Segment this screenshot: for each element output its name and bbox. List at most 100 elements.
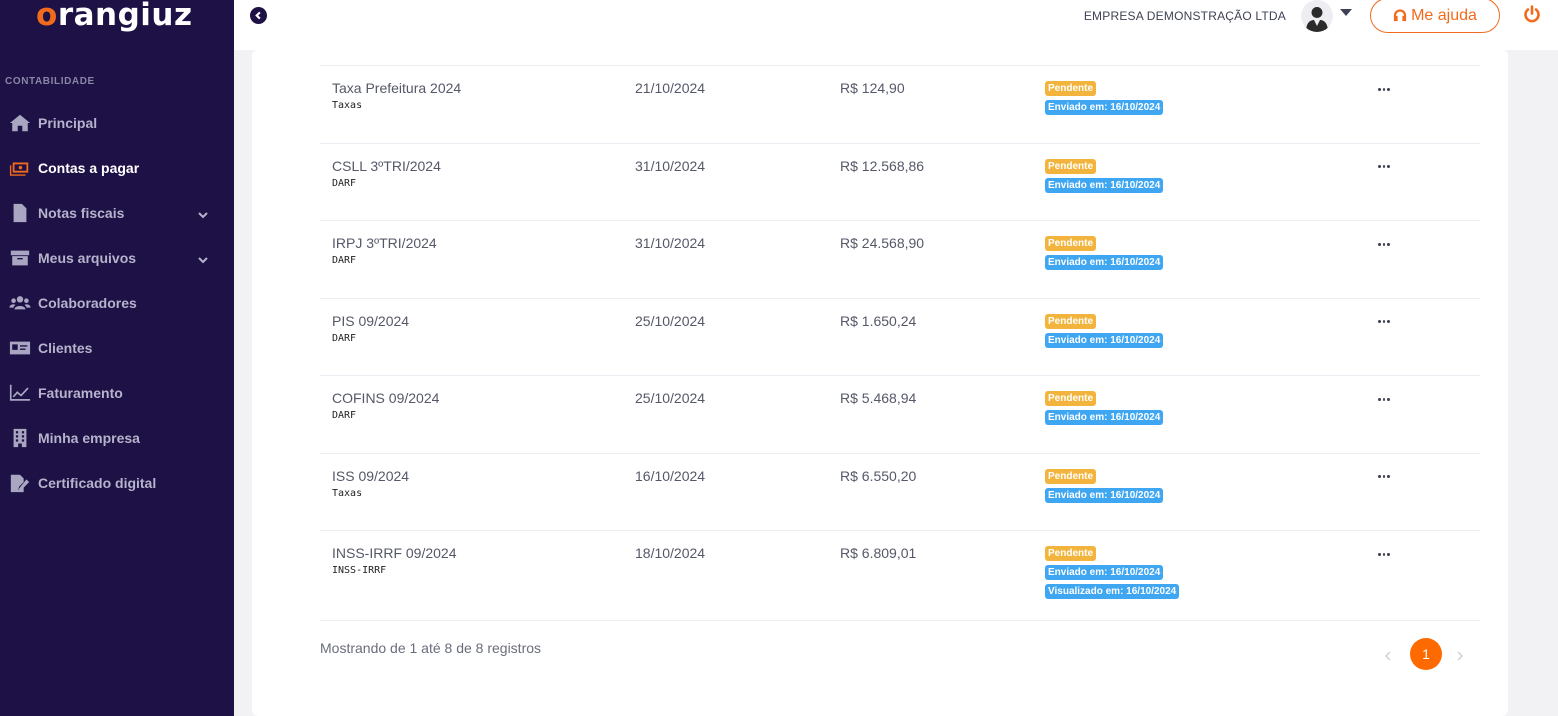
sent-badge: Enviado em: 16/10/2024 [1045, 332, 1164, 348]
due-date: 21/10/2024 [635, 80, 706, 96]
row-actions-menu-icon[interactable] [1377, 547, 1391, 561]
bill-name-cell: Taxa Prefeitura 2024 Taxas [332, 80, 461, 111]
status-cell: Pendente Enviado em: 16/10/2024 [1045, 81, 1164, 119]
status-cell: Pendente Enviado em: 16/10/2024 [1045, 158, 1164, 197]
sidebar-nav: Principal Contas a pagar Notas fiscais M… [0, 100, 234, 505]
bill-type: Taxas [332, 100, 363, 111]
status-badge: Pendente [1045, 313, 1097, 329]
status-badge: Pendente [1045, 158, 1097, 174]
row-actions-menu-icon[interactable] [1377, 237, 1391, 251]
bills-table: Taxa Prefeitura 2024 Taxas 21/10/2024 R$… [320, 65, 1480, 621]
status-cell: Pendente Enviado em: 16/10/2024 [1045, 236, 1164, 274]
bill-name-cell: COFINS 09/2024 DARF [332, 390, 439, 421]
sent-badge: Enviado em: 16/10/2024 [1045, 410, 1164, 425]
sidebar-item-label: Clientes [38, 339, 93, 356]
bill-value: R$ 6.809,01 [840, 545, 917, 561]
chevron-down-icon [198, 207, 208, 219]
logout-button[interactable] [1523, 5, 1541, 23]
help-button[interactable]: Me ajuda [1370, 0, 1500, 33]
bill-name: PIS 09/2024 [332, 312, 410, 329]
chevron-left-icon [255, 11, 261, 20]
pagination: 1 [1370, 637, 1482, 671]
sidebar-section-label: CONTABILIDADE [5, 76, 95, 87]
bill-value: R$ 6.550,20 [840, 467, 917, 484]
collapse-sidebar-button[interactable] [250, 7, 267, 24]
table-row: Taxa Prefeitura 2024 Taxas 21/10/2024 R$… [320, 65, 1480, 143]
home-icon [8, 113, 32, 133]
sidebar-item-meus-arquivos[interactable]: Meus arquivos [0, 235, 234, 280]
row-actions-menu-icon[interactable] [1377, 315, 1391, 329]
user-menu-caret-icon[interactable] [1340, 9, 1352, 16]
status-badge: Pendente [1045, 391, 1097, 406]
prev-page-icon[interactable] [1384, 648, 1396, 661]
logo[interactable]: orangiuz [36, 0, 193, 36]
scrollbar[interactable] [1550, 50, 1558, 716]
sidebar-item-clientes[interactable]: Clientes [0, 325, 234, 370]
sent-badge: Enviado em: 16/10/2024 [1045, 255, 1164, 270]
sent-badge: Enviado em: 16/10/2024 [1045, 177, 1164, 193]
next-page-icon[interactable] [1456, 648, 1468, 661]
sidebar-item-colaboradores[interactable]: Colaboradores [0, 280, 234, 325]
status-cell: Pendente Enviado em: 16/10/2024 [1045, 468, 1164, 507]
row-actions-menu-icon[interactable] [1377, 82, 1391, 96]
table-row: PIS 09/2024 DARF 25/10/2024 R$ 1.650,24 … [320, 297, 1480, 376]
status-badge: Pendente [1045, 236, 1097, 251]
sidebar-item-contas-a-pagar[interactable]: Contas a pagar [0, 145, 234, 190]
avatar[interactable] [1301, 0, 1333, 32]
bill-value: R$ 24.568,90 [840, 235, 925, 251]
row-actions-menu-icon[interactable] [1377, 470, 1391, 484]
sidebar-item-certificado-digital[interactable]: Certificado digital [0, 460, 234, 505]
row-actions-menu-icon[interactable] [1377, 160, 1391, 174]
status-badge: Pendente [1045, 81, 1097, 96]
sidebar-item-label: Certificado digital [38, 474, 157, 491]
bills-card: Taxa Prefeitura 2024 Taxas 21/10/2024 R$… [252, 50, 1508, 716]
sidebar-item-label: Faturamento [38, 384, 123, 401]
due-date: 18/10/2024 [635, 545, 706, 561]
status-badge: Pendente [1045, 546, 1097, 561]
bill-type: DARF [332, 177, 357, 189]
table-row: INSS-IRRF 09/2024 INSS-IRRF 18/10/2024 R… [320, 530, 1480, 621]
bill-name: COFINS 09/2024 [332, 390, 440, 406]
page-button-current[interactable]: 1 [1410, 638, 1442, 670]
id-card-icon [8, 338, 32, 358]
bill-type: DARF [332, 332, 357, 344]
bill-name-cell: ISS 09/2024 Taxas [332, 468, 409, 499]
sidebar-item-notas-fiscais[interactable]: Notas fiscais [0, 190, 234, 235]
chevron-down-icon [198, 252, 208, 264]
bill-name-cell: PIS 09/2024 DARF [332, 313, 409, 344]
sent-badge: Enviado em: 16/10/2024 [1045, 487, 1164, 503]
table-row: IRPJ 3ºTRI/2024 DARF 31/10/2024 R$ 24.56… [320, 220, 1480, 298]
bill-name: ISS 09/2024 [332, 467, 410, 484]
row-actions-menu-icon[interactable] [1377, 392, 1391, 406]
bill-type: Taxas [332, 487, 363, 499]
sidebar-item-principal[interactable]: Principal [0, 100, 234, 145]
sent-badge: Enviado em: 16/10/2024 [1045, 100, 1164, 115]
status-cell: Pendente Enviado em: 16/10/2024 [1045, 391, 1164, 429]
money-icon [8, 158, 32, 178]
bill-type: INSS-IRRF [332, 565, 387, 576]
table-row: ISS 09/2024 Taxas 16/10/2024 R$ 6.550,20… [320, 452, 1480, 531]
bill-value: R$ 1.650,24 [840, 312, 917, 329]
sidebar-item-label: Contas a pagar [38, 159, 140, 176]
top-header: EMPRESA DEMONSTRAÇÃO LTDA Me ajuda [234, 0, 1558, 50]
status-cell: Pendente Enviado em: 16/10/2024 Visualiz… [1045, 546, 1180, 603]
sidebar-item-label: Meus arquivos [38, 249, 137, 266]
bill-name: IRPJ 3ºTRI/2024 [332, 235, 437, 251]
sidebar-item-faturamento[interactable]: Faturamento [0, 370, 234, 415]
due-date: 31/10/2024 [635, 157, 706, 174]
due-date: 16/10/2024 [635, 467, 706, 484]
sidebar-item-minha-empresa[interactable]: Minha empresa [0, 415, 234, 460]
bill-name-cell: IRPJ 3ºTRI/2024 DARF [332, 235, 437, 266]
status-cell: Pendente Enviado em: 16/10/2024 [1045, 313, 1164, 352]
due-date: 25/10/2024 [635, 390, 706, 406]
sent-badge: Enviado em: 16/10/2024 [1045, 565, 1164, 580]
chart-line-icon [8, 383, 32, 403]
building-icon [8, 428, 32, 448]
table-row: COFINS 09/2024 DARF 25/10/2024 R$ 5.468,… [320, 375, 1480, 453]
help-button-label: Me ajuda [1411, 6, 1477, 24]
certificate-icon [8, 473, 32, 493]
bill-type: DARF [332, 255, 357, 266]
sidebar-item-label: Minha empresa [38, 429, 140, 446]
table-row: CSLL 3ºTRI/2024 DARF 31/10/2024 R$ 12.56… [320, 142, 1480, 221]
bill-name: Taxa Prefeitura 2024 [332, 80, 462, 96]
